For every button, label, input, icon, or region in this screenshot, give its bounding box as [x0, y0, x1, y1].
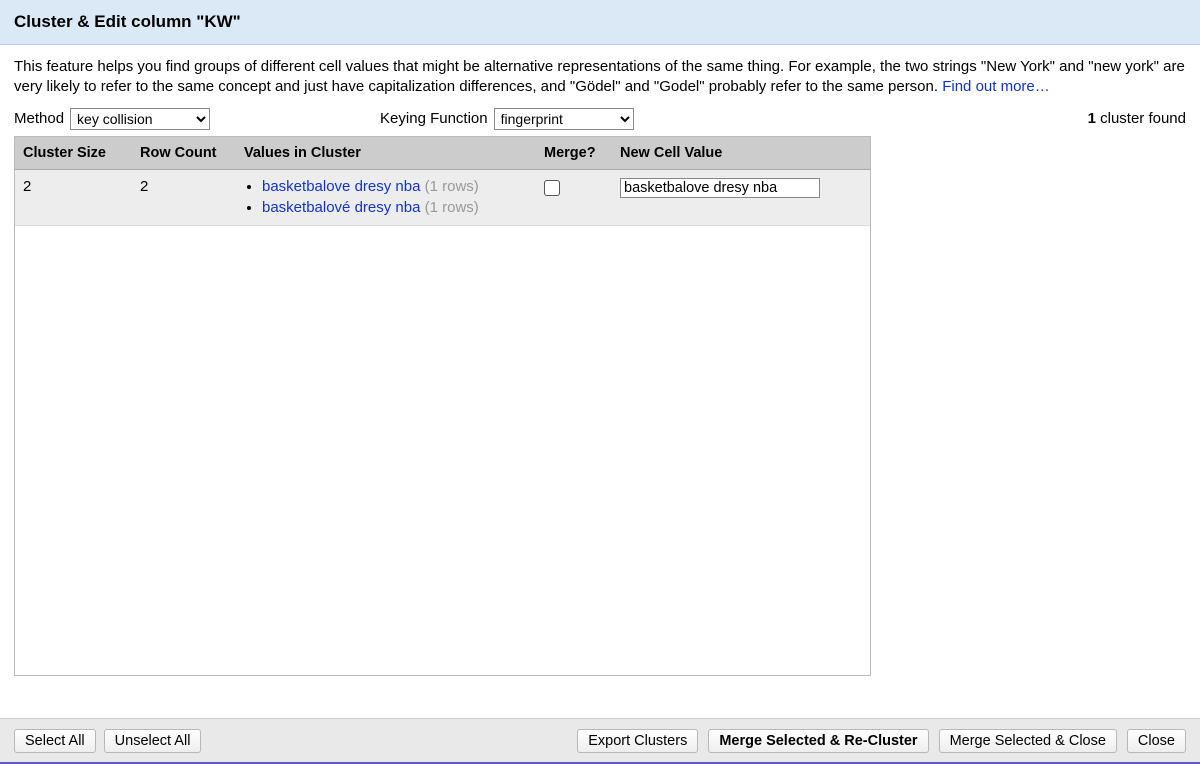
- col-new-value: New Cell Value: [612, 137, 870, 169]
- cell-merge: [536, 170, 612, 226]
- table-header: Cluster Size Row Count Values in Cluster…: [15, 137, 870, 170]
- export-clusters-button[interactable]: Export Clusters: [577, 729, 698, 753]
- dialog-body: This feature helps you find groups of di…: [0, 45, 1200, 684]
- col-row-count: Row Count: [132, 137, 236, 169]
- keying-function-select[interactable]: fingerprint: [494, 108, 634, 130]
- method-select[interactable]: key collision: [70, 108, 210, 130]
- merge-close-button[interactable]: Merge Selected & Close: [939, 729, 1117, 753]
- dialog-header: Cluster & Edit column "KW": [0, 0, 1200, 45]
- merge-recluster-button[interactable]: Merge Selected & Re-Cluster: [708, 729, 928, 753]
- dialog-footer: Select All Unselect All Export Clusters …: [0, 718, 1200, 763]
- new-cell-value-input[interactable]: [620, 178, 820, 198]
- unselect-all-button[interactable]: Unselect All: [104, 729, 202, 753]
- select-all-button[interactable]: Select All: [14, 729, 96, 753]
- cluster-value-count: (1 rows): [425, 199, 479, 216]
- cluster-values-list: basketbalove dresy nba (1 rows) basketba…: [244, 176, 528, 220]
- list-item: basketbalove dresy nba (1 rows): [262, 176, 528, 198]
- col-merge: Merge?: [536, 137, 612, 169]
- cluster-value[interactable]: basketbalové dresy nba: [262, 199, 420, 216]
- cell-row-count: 2: [132, 170, 236, 226]
- method-label: Method: [14, 110, 64, 127]
- dialog-title: Cluster & Edit column "KW": [14, 12, 241, 31]
- find-out-more-link[interactable]: Find out more…: [942, 78, 1050, 95]
- clusters-found-count: 1: [1088, 110, 1096, 127]
- col-cluster-size: Cluster Size: [15, 137, 132, 169]
- cell-cluster-size: 2: [15, 170, 132, 226]
- col-values: Values in Cluster: [236, 137, 536, 169]
- controls-row: Method key collision Keying Function fin…: [14, 108, 1186, 130]
- description: This feature helps you find groups of di…: [14, 57, 1186, 98]
- clusters-table: Cluster Size Row Count Values in Cluster…: [14, 136, 871, 676]
- keying-function-label: Keying Function: [380, 110, 488, 127]
- list-item: basketbalové dresy nba (1 rows): [262, 197, 528, 219]
- clusters-found: 1 cluster found: [1088, 110, 1186, 127]
- cell-new-value: [612, 170, 870, 226]
- cluster-value[interactable]: basketbalove dresy nba: [262, 178, 420, 195]
- table-row: 2 2 basketbalove dresy nba (1 rows) bask…: [15, 170, 870, 227]
- cluster-value-count: (1 rows): [425, 178, 479, 195]
- cell-values: basketbalove dresy nba (1 rows) basketba…: [236, 170, 536, 226]
- cluster-edit-dialog: Cluster & Edit column "KW" This feature …: [0, 0, 1200, 763]
- close-button[interactable]: Close: [1127, 729, 1186, 753]
- merge-checkbox[interactable]: [544, 180, 560, 196]
